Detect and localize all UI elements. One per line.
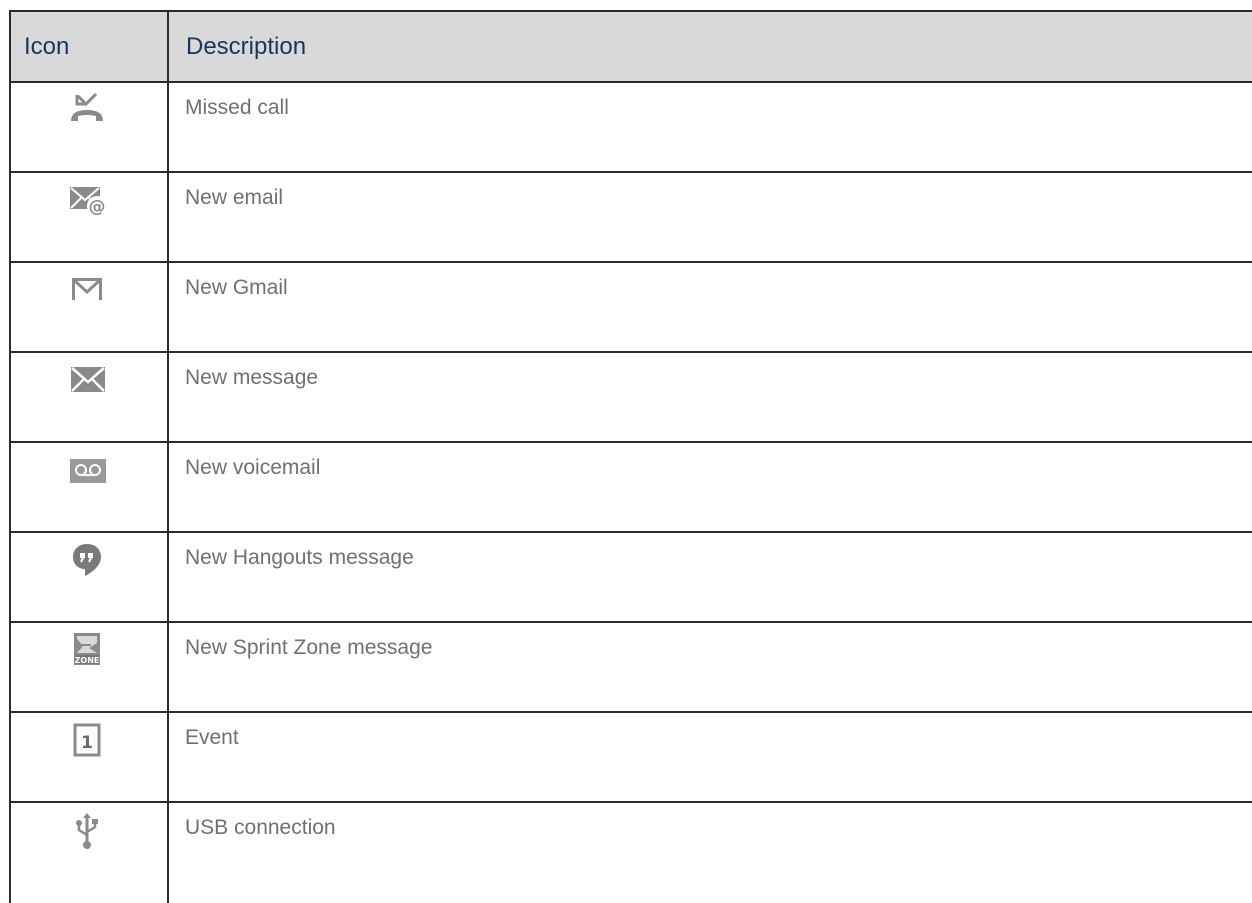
description-text: Missed call xyxy=(185,96,289,119)
hangouts-icon xyxy=(73,544,101,576)
header-icon-label: Icon xyxy=(24,33,70,60)
missed-call-icon xyxy=(71,92,103,121)
svg-text:1: 1 xyxy=(81,733,93,753)
notification-icons-table: Icon Description Missed call @ New email xyxy=(9,10,1252,903)
table-row: 1 Event xyxy=(11,713,1252,803)
header-description-label: Description xyxy=(186,33,307,60)
description-text: New Sprint Zone message xyxy=(185,636,433,659)
description-text: New message xyxy=(185,366,319,389)
description-text: New email xyxy=(185,186,284,209)
calendar-event-icon: 1 xyxy=(73,723,101,757)
table-header-row: Icon Description xyxy=(11,12,1252,83)
usb-icon xyxy=(76,813,98,849)
sprint-zone-icon: ZONE xyxy=(74,633,100,665)
icon-cell xyxy=(11,83,167,171)
description-text: USB connection xyxy=(185,816,336,839)
table-row: @ New email xyxy=(11,173,1252,263)
description-text: New Hangouts message xyxy=(185,546,414,569)
icon-cell xyxy=(11,263,167,351)
table-row: ZONE New Sprint Zone message xyxy=(11,623,1252,713)
message-envelope-icon xyxy=(71,367,105,392)
table-row: New Gmail xyxy=(11,263,1252,353)
table-row: Missed call xyxy=(11,83,1252,173)
voicemail-icon xyxy=(70,459,106,483)
table-row: New Hangouts message xyxy=(11,533,1252,623)
new-email-icon: @ xyxy=(70,187,107,217)
table-row: USB connection xyxy=(11,803,1252,885)
icon-cell: ZONE xyxy=(11,623,167,711)
icon-cell xyxy=(11,533,167,621)
table-row: New message xyxy=(11,353,1252,443)
icon-cell: 1 xyxy=(11,713,167,801)
description-text: Event xyxy=(185,726,239,749)
svg-text:ZONE: ZONE xyxy=(75,656,100,665)
icon-cell xyxy=(11,353,167,441)
icon-cell xyxy=(11,803,167,885)
table-row: New voicemail xyxy=(11,443,1252,533)
description-text: New voicemail xyxy=(185,456,321,479)
gmail-icon xyxy=(72,278,102,300)
description-text: New Gmail xyxy=(185,276,288,299)
icon-cell: @ xyxy=(11,173,167,261)
icon-cell xyxy=(11,443,167,531)
svg-text:@: @ xyxy=(89,197,106,217)
